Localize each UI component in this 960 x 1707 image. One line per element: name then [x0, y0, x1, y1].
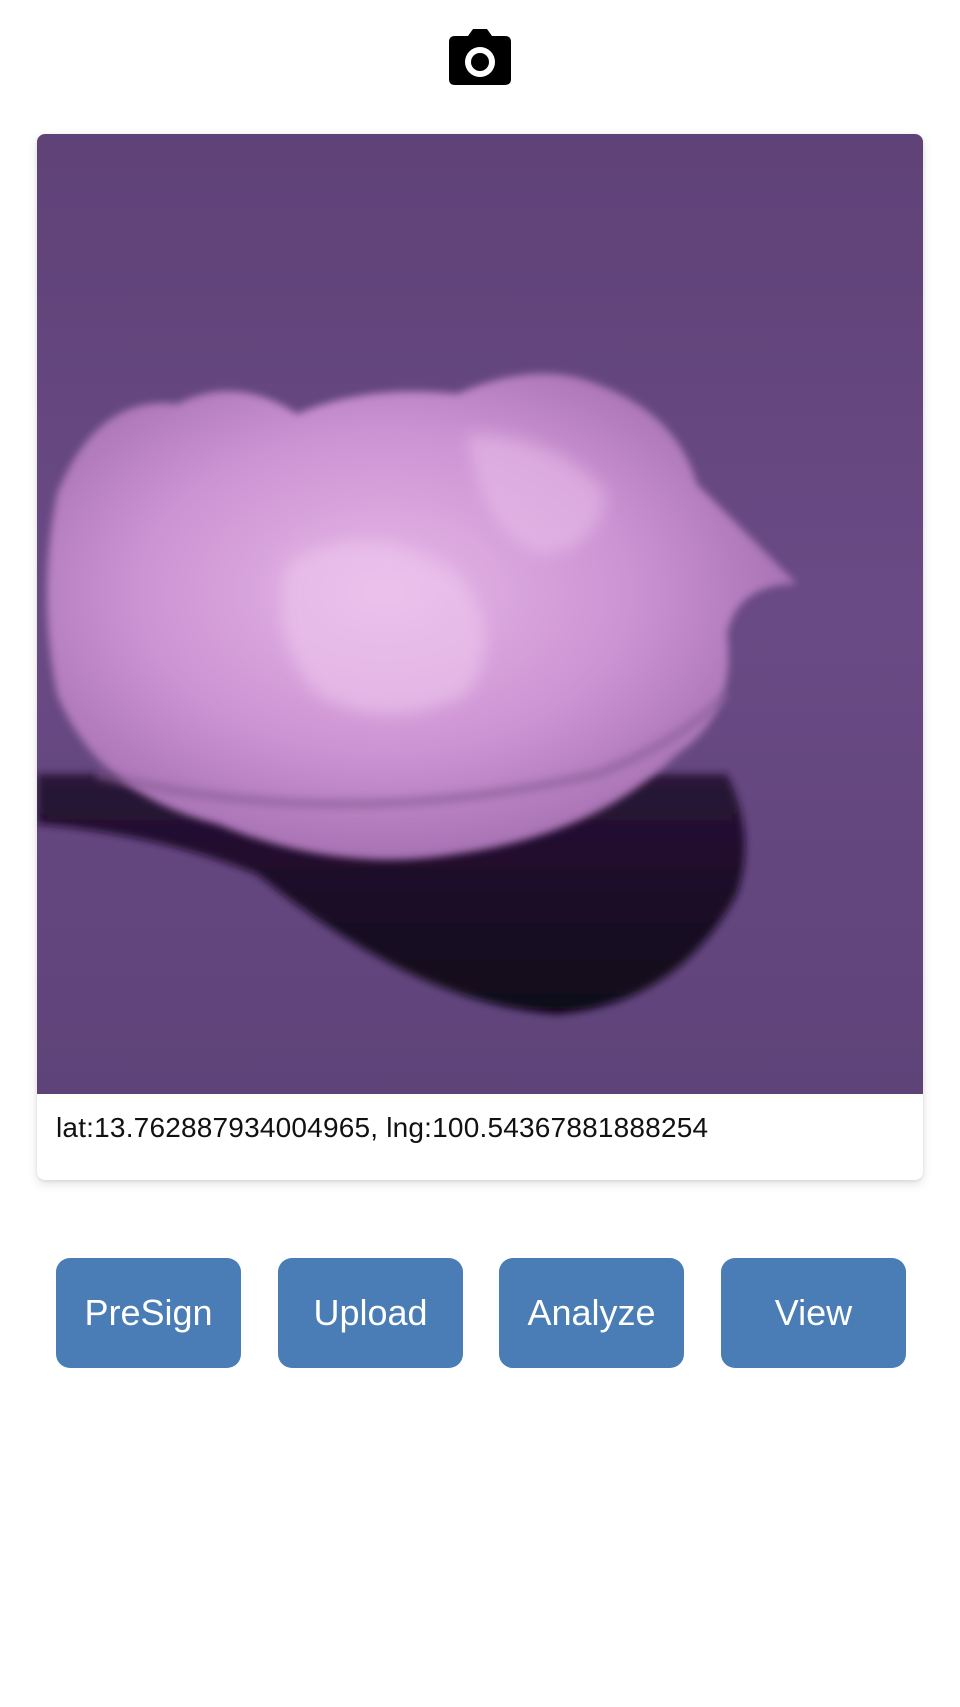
app-screen: lat:13.762887934004965, lng:100.54367881…: [0, 0, 960, 1707]
action-buttons: PreSign Upload Analyze View: [56, 1258, 906, 1368]
upload-button[interactable]: Upload: [278, 1258, 463, 1368]
analyze-button[interactable]: Analyze: [499, 1258, 684, 1368]
presign-button[interactable]: PreSign: [56, 1258, 241, 1368]
photo-card: lat:13.762887934004965, lng:100.54367881…: [37, 134, 923, 1180]
location-coordinates: lat:13.762887934004965, lng:100.54367881…: [56, 1112, 709, 1143]
ice-cream-photo: [37, 134, 923, 1094]
view-button[interactable]: View: [721, 1258, 906, 1368]
camera-icon[interactable]: [448, 28, 512, 86]
